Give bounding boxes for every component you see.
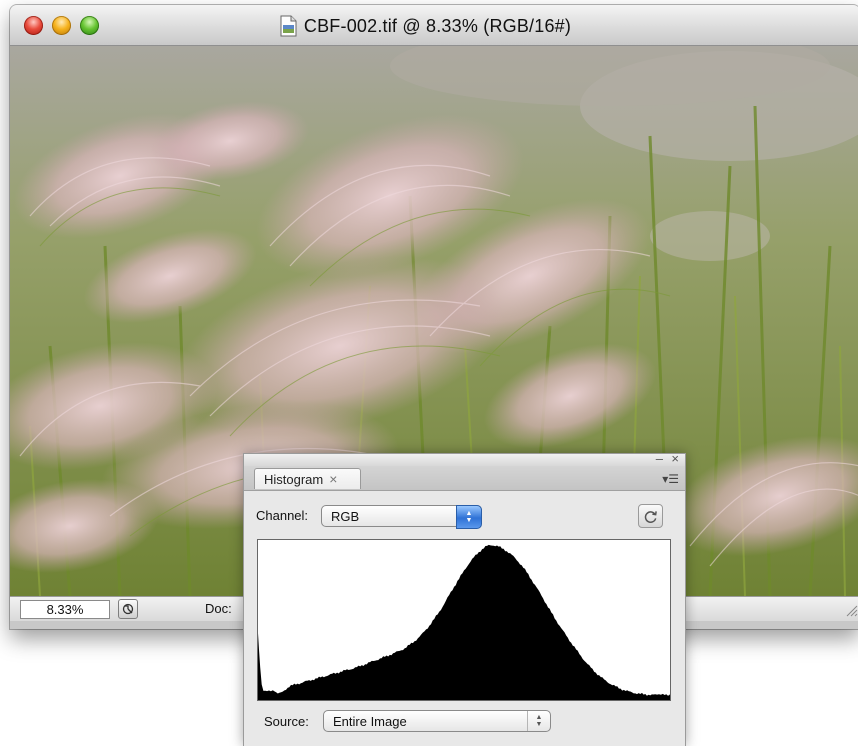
source-value: Entire Image — [333, 714, 407, 729]
panel-minimize-button[interactable]: – — [656, 452, 663, 466]
histogram-chart — [257, 539, 671, 701]
panel-menu-icon[interactable]: ▾☰ — [657, 472, 679, 486]
refresh-histogram-button[interactable] — [638, 504, 663, 528]
tab-histogram[interactable]: Histogram × — [254, 468, 361, 489]
title-bar[interactable]: CBF-002.tif @ 8.33% (RGB/16#) — [10, 5, 858, 46]
channel-value: RGB — [331, 509, 360, 524]
zoom-level-field[interactable]: 8.33% — [20, 600, 110, 619]
channel-label: Channel: — [256, 508, 309, 523]
select-arrows-icon: ▲ ▼ — [456, 505, 482, 529]
histogram-plot — [258, 544, 670, 700]
panel-close-button[interactable]: × — [671, 452, 679, 466]
source-label: Source: — [264, 714, 309, 729]
channel-select[interactable]: RGB ▲ ▼ — [321, 505, 482, 529]
histogram-area — [258, 544, 670, 700]
tab-histogram-label: Histogram — [264, 471, 324, 487]
tab-close-icon[interactable]: × — [329, 471, 337, 487]
status-menu-icon — [122, 603, 134, 615]
refresh-icon — [644, 510, 657, 523]
select-arrows-icon: ▲ ▼ — [527, 711, 550, 731]
status-menu-button[interactable] — [118, 599, 138, 619]
histogram-panel: – × Histogram × ▾☰ Channel: RGB ▲ ▼ Sourc… — [243, 452, 686, 746]
window-title: CBF-002.tif @ 8.33% (RGB/16#) — [303, 15, 572, 36]
tiff-document-icon[interactable] — [279, 15, 298, 37]
resize-grip-icon[interactable] — [842, 601, 858, 617]
panel-tab-strip: Histogram × ▾☰ — [244, 466, 685, 491]
doc-size-label: Doc: — [205, 601, 232, 616]
source-select[interactable]: Entire Image ▲ ▼ — [323, 710, 551, 732]
panel-drag-bar[interactable]: – × — [244, 452, 685, 466]
